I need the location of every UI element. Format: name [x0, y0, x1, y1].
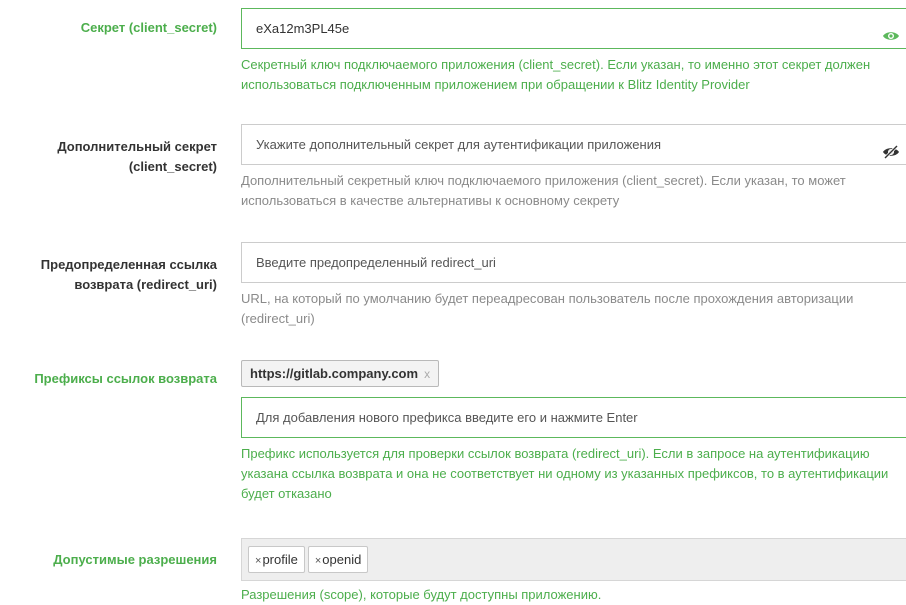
- scope-remove-icon[interactable]: ×: [315, 555, 321, 567]
- prefix-tag-remove-icon[interactable]: x: [424, 367, 430, 381]
- prefixes-label: Префиксы ссылок возврата: [34, 371, 217, 386]
- scopes-label: Допустимые разрешения: [53, 552, 217, 567]
- scopes-help: Разрешения (scope), которые будут доступ…: [241, 587, 602, 602]
- prefixes-help: Префикс используется для проверки ссылок…: [241, 446, 889, 501]
- scope-chip-profile: ×profile: [248, 546, 305, 573]
- scope-chip-text: profile: [262, 552, 298, 567]
- additional-secret-label-line1: Дополнительный секрет: [57, 139, 217, 154]
- additional-secret-label-line2: (client_secret): [128, 159, 217, 174]
- additional-secret-label: Дополнительный секрет (client_secret): [2, 137, 217, 177]
- additional-secret-help: Дополнительный секретный ключ подключаем…: [241, 173, 846, 208]
- secret-field-group: eXa12m3PL45e Секретный ключ подключаемог…: [241, 8, 906, 95]
- secret-input[interactable]: eXa12m3PL45e: [241, 8, 906, 49]
- additional-secret-input[interactable]: Укажите дополнительный секрет для аутент…: [241, 124, 906, 165]
- additional-secret-placeholder: Укажите дополнительный секрет для аутент…: [256, 137, 662, 152]
- scope-chip-openid: ×openid: [307, 546, 369, 573]
- scopes-field-group: ×profile ×openid Разрешения (scope), кото…: [241, 538, 906, 605]
- redirect-uri-field-group: Введите предопределенный redirect_uri UR…: [241, 242, 906, 329]
- redirect-uri-label-line2: возврата (redirect_uri): [74, 277, 217, 292]
- additional-secret-field-group: Укажите дополнительный секрет для аутент…: [241, 124, 906, 211]
- redirect-uri-help: URL, на который по умолчанию будет переа…: [241, 291, 854, 326]
- prefix-tag-text: https://gitlab.company.com: [250, 366, 419, 381]
- secret-label: Секрет (client_secret): [80, 20, 217, 35]
- redirect-uri-input[interactable]: Введите предопределенный redirect_uri: [241, 242, 906, 283]
- scope-chip-text: openid: [322, 552, 362, 567]
- prefixes-input[interactable]: Для добавления нового префикса введите е…: [241, 397, 906, 438]
- redirect-uri-placeholder: Введите предопределенный redirect_uri: [256, 255, 496, 270]
- prefixes-placeholder: Для добавления нового префикса введите е…: [256, 410, 638, 425]
- redirect-uri-label-line1: Предопределенная ссылка: [40, 257, 217, 272]
- redirect-uri-label: Предопределенная ссылка возврата (redire…: [2, 255, 217, 295]
- secret-help: Секретный ключ подключаемого приложения …: [241, 57, 871, 92]
- secret-value: eXa12m3PL45e: [256, 21, 350, 36]
- eye-icon[interactable]: [882, 20, 900, 40]
- scope-remove-icon[interactable]: ×: [255, 555, 261, 567]
- scopes-select[interactable]: ×profile ×openid: [241, 538, 906, 581]
- prefixes-field-group: https://gitlab.company.com x Для добавлен…: [241, 360, 906, 504]
- eye-slash-icon[interactable]: [882, 136, 900, 160]
- prefixes-tag-list: https://gitlab.company.com x: [241, 360, 906, 387]
- prefix-tag: https://gitlab.company.com x: [241, 360, 440, 387]
